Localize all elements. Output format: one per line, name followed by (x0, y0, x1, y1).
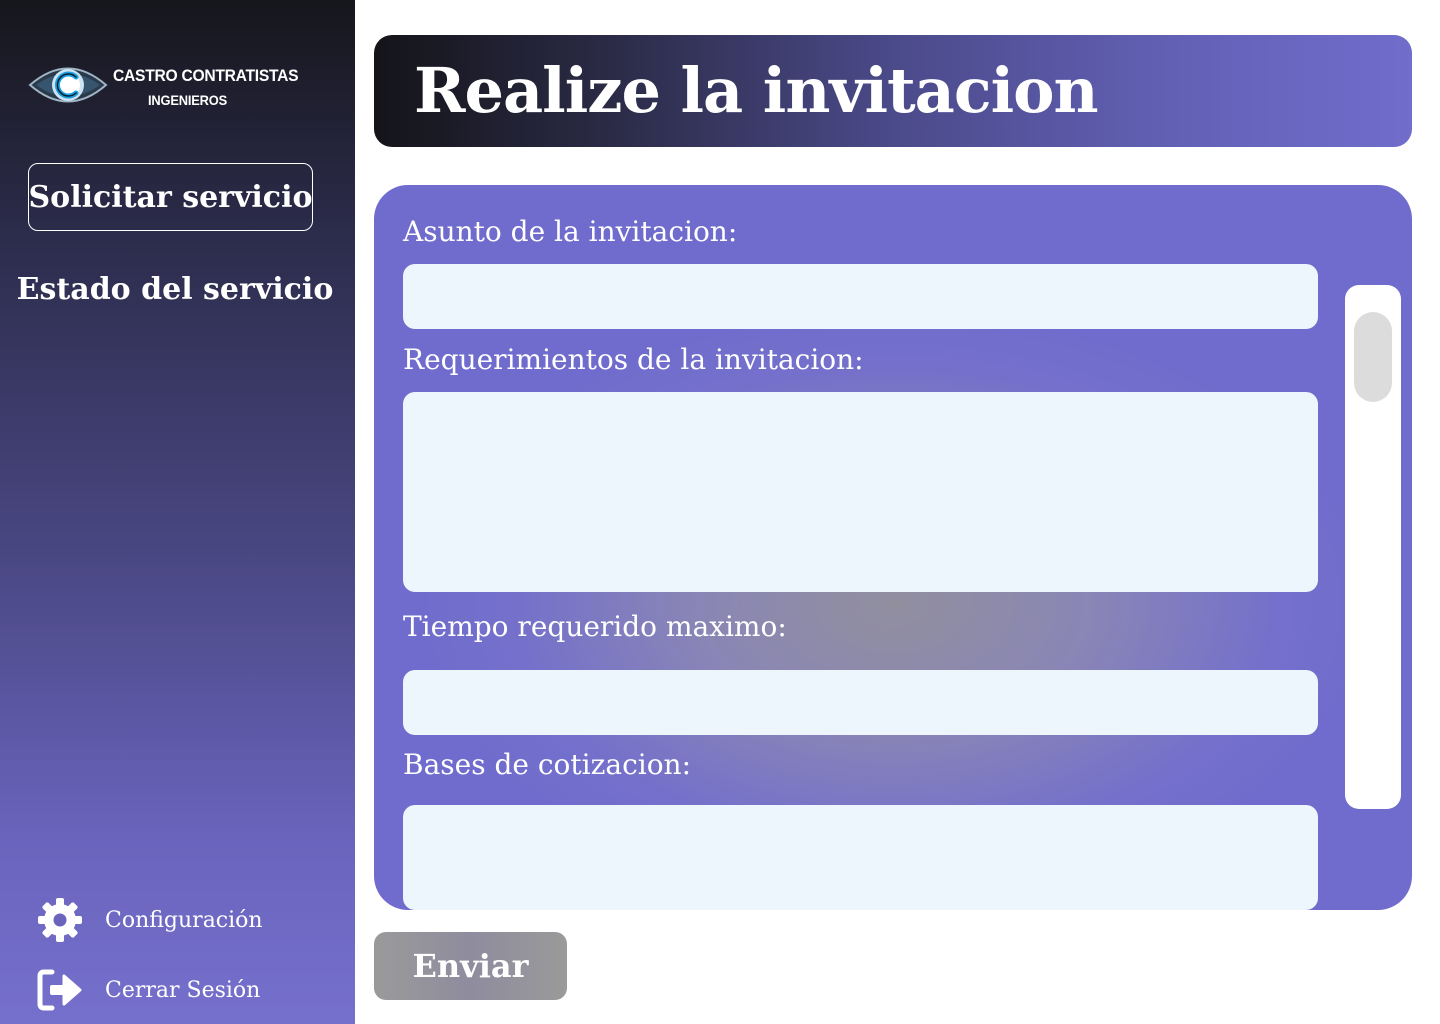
logo-line1: CASTRO CONTRATISTAS (113, 66, 299, 85)
form-scrollbar[interactable] (1345, 285, 1401, 809)
subject-label: Asunto de la invitacion: (403, 215, 738, 248)
company-logo: CASTRO CONTRATISTAS INGENIEROS (28, 58, 328, 118)
settings-item[interactable]: Configuración (36, 896, 326, 944)
requirements-label: Requerimientos de la invitacion: (403, 343, 864, 376)
send-button[interactable]: Enviar (374, 932, 567, 1000)
requirements-textarea[interactable] (403, 392, 1318, 592)
page-title: Realize la invitacion (414, 54, 1099, 127)
logo-line2: INGENIEROS (148, 92, 228, 108)
time-label: Tiempo requerido maximo: (403, 610, 787, 643)
time-input[interactable] (403, 670, 1318, 735)
app-root: CASTRO CONTRATISTAS INGENIEROS Solicitar… (0, 0, 1440, 1024)
bases-textarea[interactable] (403, 805, 1318, 910)
subject-input[interactable] (403, 264, 1318, 329)
settings-label: Configuración (105, 907, 263, 933)
eye-c-logo-icon (28, 67, 108, 103)
page-header: Realize la invitacion (374, 35, 1412, 147)
bases-label: Bases de cotizacion: (403, 748, 692, 781)
logout-icon (36, 966, 86, 1014)
logout-item[interactable]: Cerrar Sesión (36, 966, 326, 1014)
solicitar-servicio-button[interactable]: Solicitar servicio (28, 163, 313, 231)
estado-servicio-link[interactable]: Estado del servicio (0, 266, 350, 312)
logout-label: Cerrar Sesión (105, 977, 261, 1003)
gear-icon (36, 896, 86, 944)
scrollbar-thumb[interactable] (1354, 312, 1392, 402)
invitation-form: Asunto de la invitacion: Requerimientos … (374, 185, 1412, 910)
sidebar: CASTRO CONTRATISTAS INGENIEROS Solicitar… (0, 0, 355, 1024)
